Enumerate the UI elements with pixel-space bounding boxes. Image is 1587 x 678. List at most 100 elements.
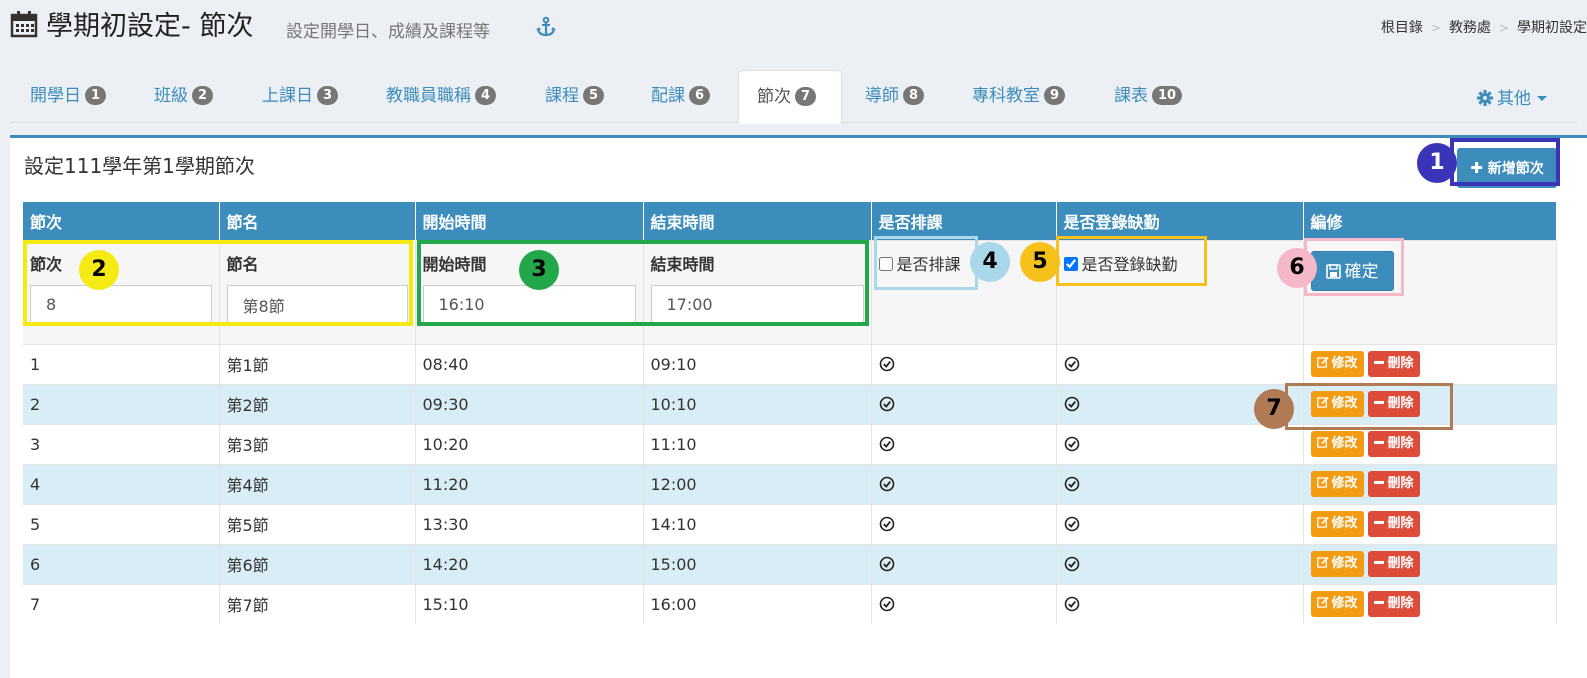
check-circle-icon bbox=[879, 436, 894, 451]
tab-bar: 開學日 1 班級 2 上課日 3 教職員職稱 4 課程 5 配課 6 節次 7 導師 8 專科教… bbox=[10, 70, 1577, 124]
edit-button[interactable]: 修改 bbox=[1310, 471, 1364, 497]
periods-table: 節次 節名 開始時間 結束時間 是否排課 是否登錄缺勤 編修 節次 節名 bbox=[23, 202, 1557, 624]
attendance-checkbox[interactable] bbox=[1063, 256, 1078, 271]
tab-label: 教職員職稱 bbox=[386, 86, 471, 106]
attendance-cell bbox=[1056, 543, 1304, 584]
period-cell: 5 bbox=[23, 503, 220, 544]
tab-homeroom-teachers[interactable]: 導師 8 bbox=[847, 70, 942, 123]
scheduled-cell bbox=[871, 423, 1057, 464]
edit-label: 修改 bbox=[1331, 356, 1358, 371]
name-field-label: 節名 bbox=[226, 254, 259, 274]
breadcrumb-root[interactable]: 根目錄 bbox=[1381, 20, 1423, 36]
period-cell: 7 bbox=[23, 583, 220, 624]
header-period: 節次 bbox=[23, 202, 220, 240]
table-row: 4 第4節 11:20 12:00 修改 刪除 bbox=[23, 463, 1557, 504]
tab-class[interactable]: 班級 2 bbox=[136, 70, 231, 123]
period-field-label: 節次 bbox=[30, 254, 63, 274]
period-cell: 4 bbox=[23, 463, 220, 504]
check-circle-icon bbox=[879, 476, 894, 491]
header-attendance: 是否登錄缺勤 bbox=[1056, 202, 1304, 240]
tab-staff-titles[interactable]: 教職員職稱 4 bbox=[368, 70, 514, 123]
end-time-cell: 16:00 bbox=[643, 583, 872, 624]
panel-title: 設定111學年第1學期節次 bbox=[24, 154, 255, 178]
table-row: 5 第5節 13:30 14:10 修改 刪除 bbox=[23, 503, 1557, 544]
table-row: 6 第6節 14:20 15:00 修改 刪除 bbox=[23, 543, 1557, 584]
other-menu-label: 其他 bbox=[1497, 89, 1531, 109]
period-name-cell: 第4節 bbox=[219, 463, 416, 504]
new-period-form-row: 節次 節名 開始時間 結束時間 是否排課 bbox=[23, 239, 1557, 344]
edit-label: 修改 bbox=[1331, 436, 1358, 451]
calendar-icon bbox=[10, 11, 38, 38]
actions-cell: 修改 刪除 bbox=[1303, 503, 1557, 544]
tab-start-date[interactable]: 開學日 1 bbox=[12, 70, 124, 123]
start-time-cell: 08:40 bbox=[415, 343, 644, 384]
minus-icon bbox=[1373, 361, 1384, 364]
table-row: 1 第1節 08:40 09:10 修改 刪除 bbox=[23, 343, 1557, 384]
tab-course-assignment[interactable]: 配課 6 bbox=[633, 70, 728, 123]
edit-icon bbox=[1316, 597, 1329, 608]
tab-periods[interactable]: 節次 7 bbox=[738, 70, 842, 124]
period-name-input[interactable] bbox=[226, 284, 408, 325]
period-cell: 1 bbox=[23, 343, 220, 384]
form-cell: 結束時間 bbox=[643, 239, 872, 344]
delete-button[interactable]: 刪除 bbox=[1367, 511, 1420, 537]
breadcrumb-office[interactable]: 教務處 bbox=[1449, 20, 1491, 36]
edit-icon bbox=[1316, 396, 1329, 408]
edit-button[interactable]: 修改 bbox=[1310, 591, 1364, 618]
edit-button[interactable]: 修改 bbox=[1310, 351, 1364, 377]
edit-button[interactable]: 修改 bbox=[1310, 391, 1364, 417]
scheduled-cell bbox=[871, 583, 1057, 624]
delete-label: 刪除 bbox=[1387, 396, 1414, 411]
check-circle-icon bbox=[1064, 516, 1079, 531]
actions-cell: 修改 刪除 bbox=[1303, 343, 1557, 384]
form-cell: 確定 bbox=[1303, 239, 1557, 344]
delete-button[interactable]: 刪除 bbox=[1367, 351, 1420, 377]
delete-button[interactable]: 刪除 bbox=[1367, 431, 1420, 457]
breadcrumb-separator: > bbox=[1498, 21, 1509, 35]
attendance-checkbox-text: 是否登錄缺勤 bbox=[1081, 254, 1178, 274]
delete-label: 刪除 bbox=[1387, 436, 1414, 451]
edit-button[interactable]: 修改 bbox=[1310, 551, 1364, 577]
attendance-checkbox-label[interactable]: 是否登錄缺勤 bbox=[1063, 254, 1178, 274]
breadcrumb-separator: > bbox=[1430, 21, 1441, 35]
table-header-row: 節次 節名 開始時間 結束時間 是否排課 是否登錄缺勤 編修 bbox=[23, 202, 1557, 240]
annotation-marker-1: 1 bbox=[1417, 143, 1457, 183]
edit-label: 修改 bbox=[1331, 516, 1358, 531]
tab-special-rooms[interactable]: 專科教室 9 bbox=[954, 70, 1083, 123]
other-menu[interactable]: 其他 bbox=[1477, 84, 1547, 109]
form-cell: 節次 bbox=[23, 239, 220, 344]
edit-button[interactable]: 修改 bbox=[1310, 431, 1364, 457]
tab-timetable[interactable]: 課表 10 bbox=[1096, 70, 1200, 123]
delete-button[interactable]: 刪除 bbox=[1367, 551, 1420, 577]
edit-button[interactable]: 修改 bbox=[1310, 511, 1364, 537]
tab-badge: 5 bbox=[583, 86, 605, 105]
attendance-cell bbox=[1056, 463, 1304, 504]
confirm-button[interactable]: 確定 bbox=[1310, 250, 1394, 291]
period-cell: 2 bbox=[23, 383, 220, 424]
start-time-input[interactable] bbox=[422, 284, 636, 325]
period-input[interactable] bbox=[30, 284, 212, 325]
end-time-cell: 15:00 bbox=[643, 543, 872, 584]
delete-button[interactable]: 刪除 bbox=[1367, 391, 1420, 417]
tab-courses[interactable]: 課程 5 bbox=[527, 70, 622, 123]
form-cell: 節名 bbox=[219, 239, 416, 344]
add-period-button[interactable]: ✚ 新增節次 bbox=[1457, 148, 1557, 188]
edit-icon bbox=[1316, 436, 1329, 448]
period-name-cell: 第1節 bbox=[219, 343, 416, 384]
check-circle-icon bbox=[879, 516, 894, 531]
delete-button[interactable]: 刪除 bbox=[1367, 591, 1420, 618]
end-time-input[interactable] bbox=[650, 284, 864, 325]
caret-down-icon bbox=[1537, 96, 1547, 101]
page-header: 學期初設定- 節次 設定開學日、成績及課程等 根目錄 > 教務處 > 學期初設定 bbox=[0, 0, 1587, 60]
delete-label: 刪除 bbox=[1387, 596, 1414, 612]
check-circle-icon bbox=[879, 356, 894, 371]
end-time-cell: 11:10 bbox=[643, 423, 872, 464]
anchor-icon[interactable] bbox=[535, 16, 557, 38]
scheduled-checkbox[interactable] bbox=[878, 256, 893, 271]
tab-school-days[interactable]: 上課日 3 bbox=[244, 70, 356, 123]
scheduled-checkbox-label[interactable]: 是否排課 bbox=[878, 255, 961, 274]
attendance-cell bbox=[1056, 583, 1304, 624]
end-time-field-label: 結束時間 bbox=[650, 254, 715, 274]
delete-button[interactable]: 刪除 bbox=[1367, 471, 1420, 497]
start-time-cell: 15:10 bbox=[415, 583, 644, 624]
